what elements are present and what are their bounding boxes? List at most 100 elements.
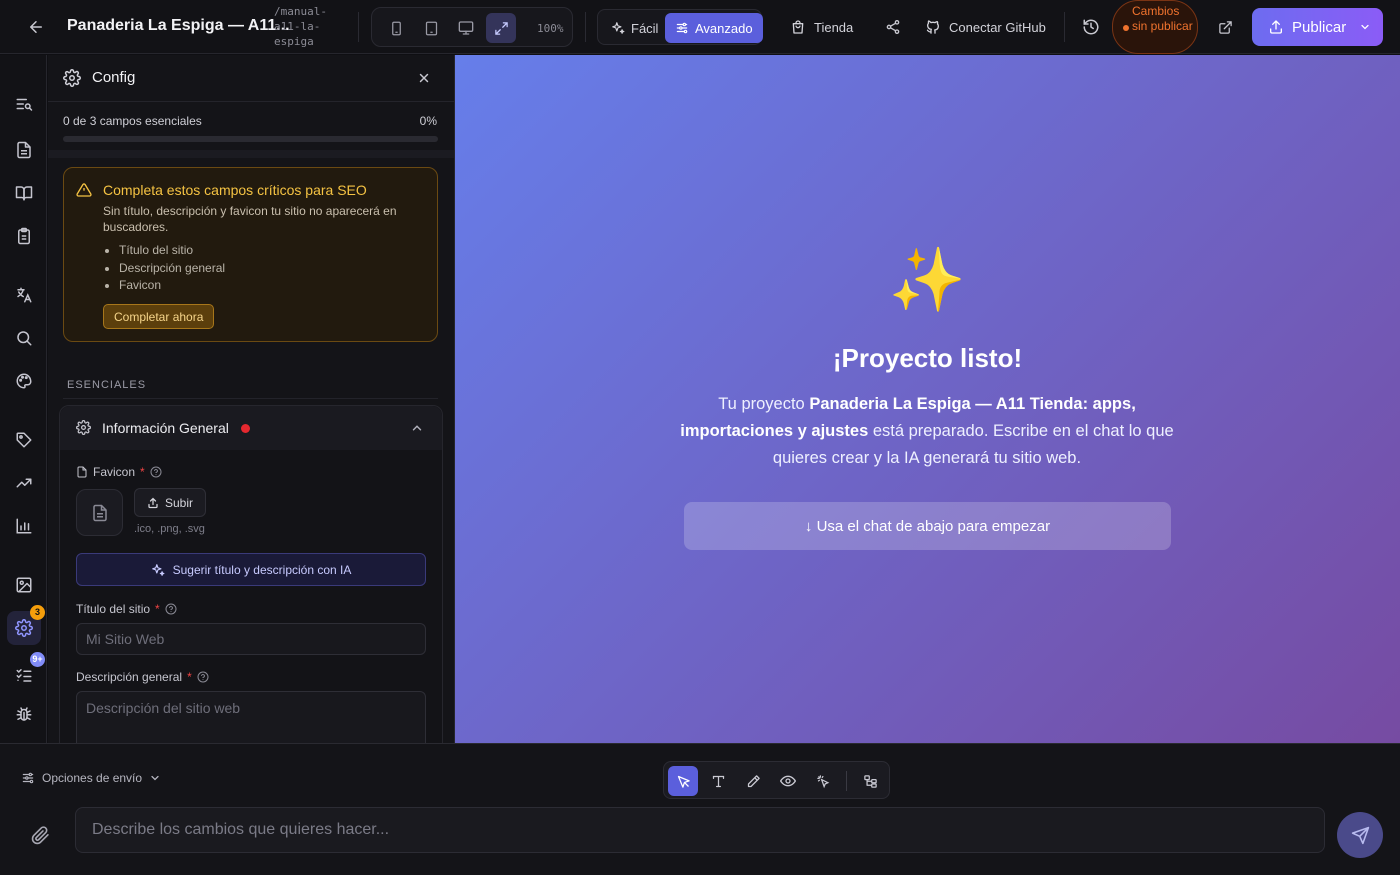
mode-advanced-button[interactable]: Avanzado (665, 13, 763, 43)
layers-tool-button[interactable] (855, 766, 885, 796)
progress-bar (63, 136, 438, 142)
upload-icon (1270, 20, 1282, 34)
settings-badge: 3 (30, 605, 45, 620)
expand-icon (494, 21, 508, 35)
gear-icon (15, 619, 33, 637)
required-mark: * (187, 670, 192, 684)
suggest-ai-button[interactable]: Sugerir título y descripción con IA (76, 553, 426, 586)
description-textarea[interactable]: Descripción del sitio web (76, 691, 426, 743)
rail-translate-button[interactable] (7, 278, 41, 312)
tree-structure-icon (863, 774, 877, 788)
text-tool-button[interactable] (703, 766, 733, 796)
close-icon (419, 73, 429, 83)
shopping-bag-icon (792, 20, 804, 34)
close-config-button[interactable] (408, 62, 440, 94)
clipboard-icon (18, 227, 30, 245)
rail-analytics-button[interactable] (7, 509, 41, 543)
rail-debug-button[interactable] (7, 697, 41, 731)
select-tool-button[interactable] (668, 766, 698, 796)
accordion-header[interactable]: Información General (60, 406, 442, 450)
progress-text: 0 de 3 campos esenciales (63, 114, 202, 128)
gear-icon (63, 69, 81, 87)
bar-chart-icon (16, 518, 32, 534)
book-open-icon (15, 186, 33, 201)
warning-list: Título del sitio Descripción general Fav… (119, 242, 225, 295)
description-label: Descripción general * (76, 670, 209, 684)
file-text-icon (92, 504, 107, 521)
magic-tool-button[interactable] (808, 766, 838, 796)
connect-github-button[interactable]: Conectar GitHub (919, 10, 1052, 44)
status-dot (1123, 25, 1129, 31)
mode-easy-button[interactable]: Fácil (601, 13, 668, 43)
icon-rail: 3 9+ (0, 55, 47, 743)
unpublished-changes-label: Cambios sin publicar (1132, 4, 1193, 33)
publish-label: Publicar (1292, 18, 1347, 36)
back-arrow-icon[interactable] (19, 10, 53, 44)
config-title: Config (92, 69, 136, 86)
rail-tasks-button[interactable]: 9+ (7, 652, 45, 692)
rail-docs-button[interactable] (7, 176, 41, 210)
rail-settings-button[interactable]: 3 (7, 605, 45, 645)
sparkles-icon (612, 22, 625, 34)
rail-tags-button[interactable] (7, 423, 41, 457)
attach-file-button[interactable] (24, 819, 56, 851)
send-button[interactable] (1337, 812, 1383, 858)
divider (358, 12, 359, 42)
image-icon (16, 577, 32, 593)
chevron-down-icon (151, 775, 159, 781)
rail-clipboard-button[interactable] (7, 219, 41, 253)
upload-icon (148, 497, 158, 508)
send-options-toggle[interactable]: Opciones de envío (21, 771, 161, 785)
file-icon (77, 466, 87, 478)
store-button[interactable]: Tienda (784, 10, 859, 44)
open-external-button[interactable] (1208, 10, 1242, 44)
share-button[interactable] (876, 10, 910, 44)
separator-band (48, 150, 454, 158)
site-title-input[interactable]: Mi Sitio Web (76, 623, 426, 655)
store-label: Tienda (814, 19, 854, 35)
unpublished-changes-badge[interactable]: Cambios sin publicar (1112, 0, 1198, 54)
help-circle-icon[interactable] (197, 671, 209, 683)
mobile-view-button[interactable] (381, 13, 411, 43)
preview-tool-button[interactable] (773, 766, 803, 796)
help-circle-icon[interactable] (165, 603, 177, 615)
rail-search-button[interactable] (7, 321, 41, 355)
publish-button[interactable]: Publicar (1252, 8, 1383, 46)
rail-pages-button[interactable] (7, 133, 41, 167)
general-info-accordion: Información General Favicon * Subir .ico… (59, 405, 443, 743)
warning-title: Completa estos campos críticos para SEO (103, 182, 367, 198)
favicon-hint: .ico, .png, .svg (134, 523, 205, 535)
desktop-view-button[interactable] (451, 13, 481, 43)
type-icon (712, 775, 724, 787)
rail-media-button[interactable] (7, 568, 41, 602)
progress-percent: 0% (419, 114, 437, 128)
project-slug: /manual-a11-la-espiga (274, 5, 327, 48)
help-circle-icon[interactable] (150, 466, 162, 478)
history-button[interactable] (1074, 10, 1108, 44)
chevron-up-icon (410, 421, 424, 435)
edit-toolbox (663, 761, 890, 799)
paperclip-icon (31, 825, 49, 844)
rail-search-list-button[interactable] (7, 91, 41, 113)
accordion-title: Información General (102, 420, 229, 436)
complete-now-button[interactable]: Completar ahora (103, 304, 215, 329)
upload-label: Subir (165, 495, 194, 510)
divider (1064, 12, 1065, 42)
rail-theme-button[interactable] (7, 364, 41, 398)
bug-icon (16, 707, 32, 721)
preview-title: ¡Proyecto listo! (832, 343, 1023, 373)
tablet-view-button[interactable] (416, 13, 446, 43)
upload-favicon-button[interactable]: Subir (134, 488, 207, 517)
list-item: Título del sitio (119, 242, 225, 260)
fullscreen-view-button[interactable] (486, 13, 516, 43)
rail-trending-button[interactable] (7, 466, 41, 500)
gear-icon (76, 420, 91, 435)
site-preview: ✨ ¡Proyecto listo! Tu proyecto Panaderia… (455, 55, 1400, 743)
tag-icon (16, 432, 32, 448)
config-panel: Config 0 de 3 campos esenciales 0% Compl… (48, 55, 455, 743)
required-mark: * (155, 602, 160, 616)
chat-input[interactable] (75, 807, 1325, 853)
github-icon (926, 20, 939, 34)
tasks-badge: 9+ (30, 652, 45, 667)
draw-tool-button[interactable] (738, 766, 768, 796)
